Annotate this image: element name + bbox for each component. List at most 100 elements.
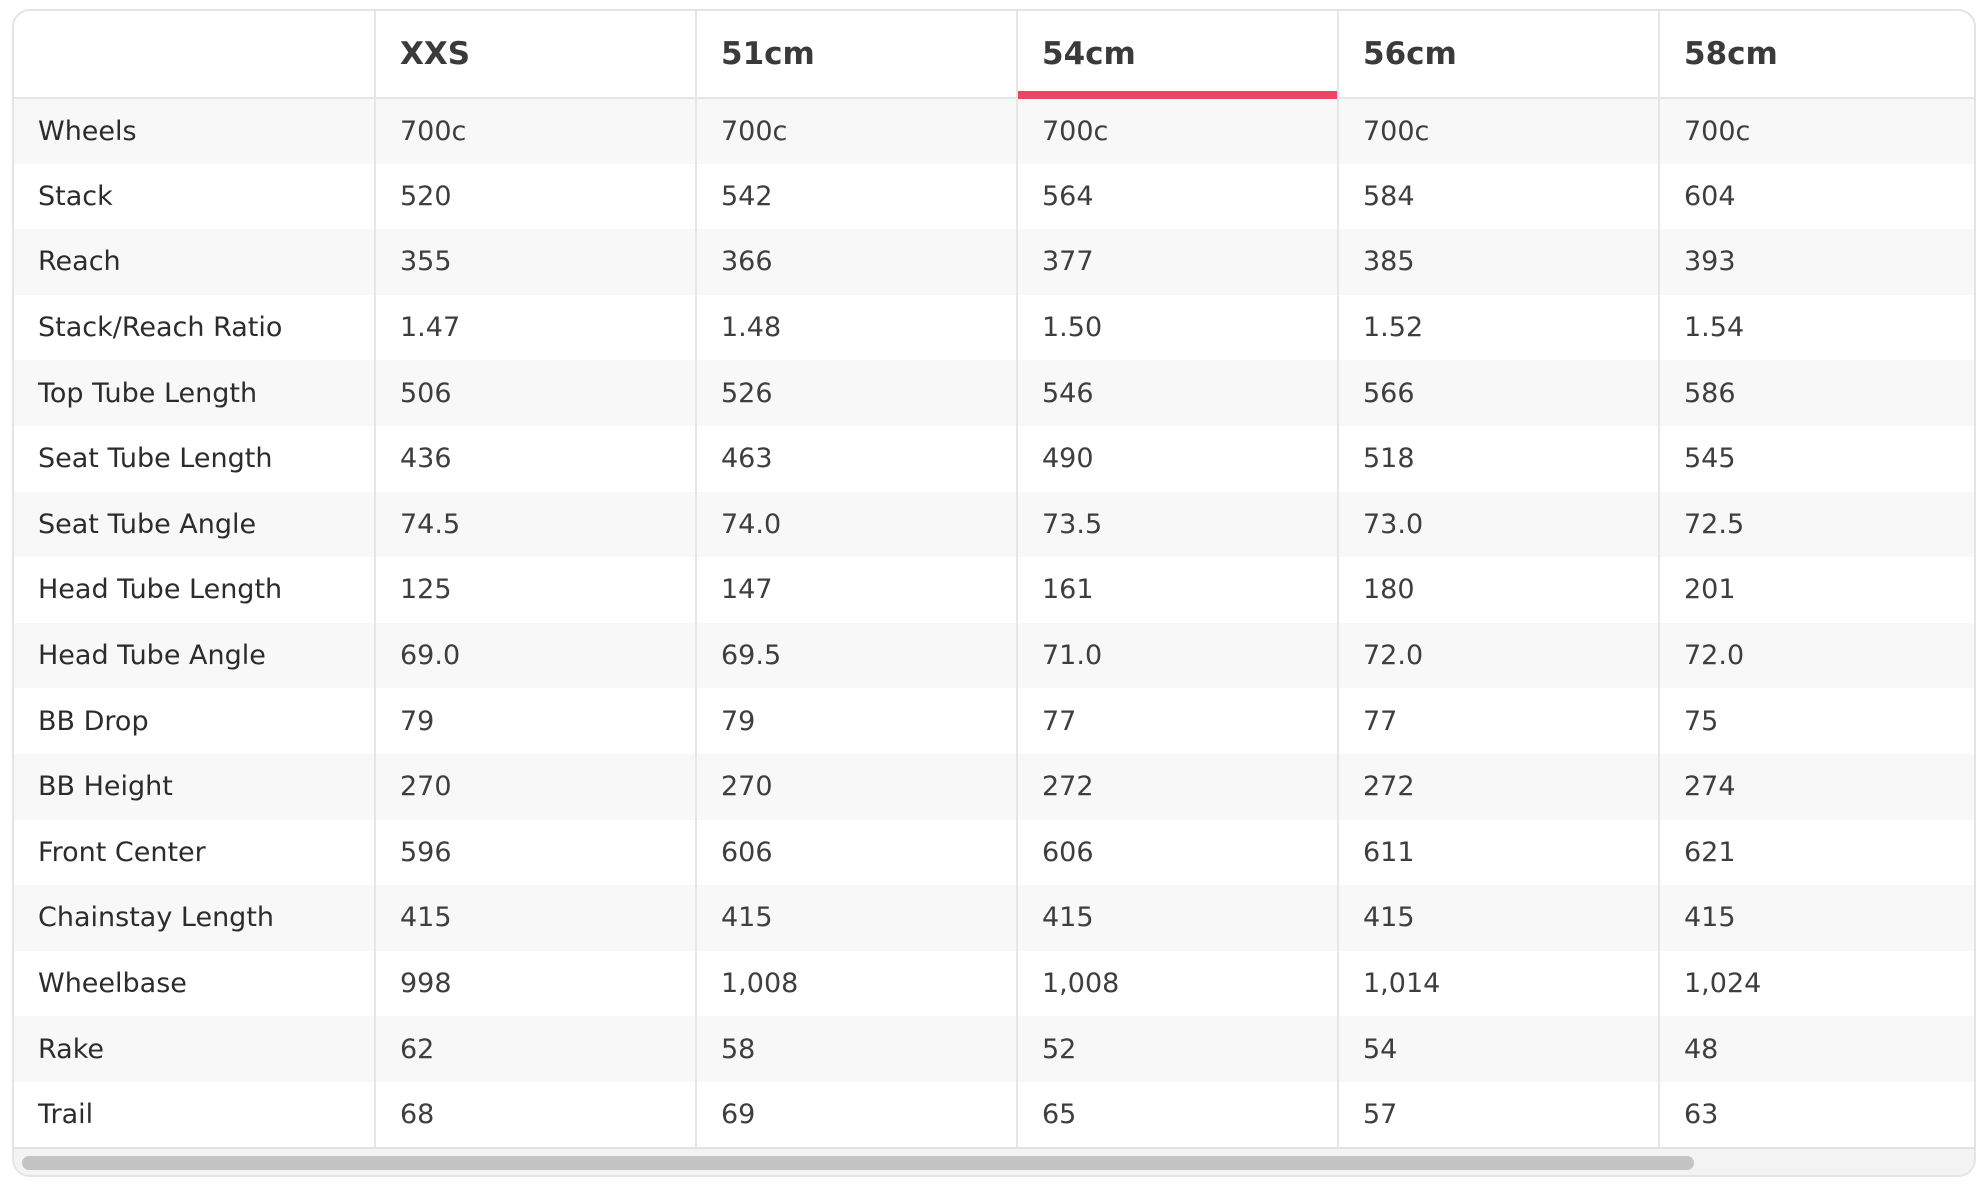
table-cell: 69.5 [695, 622, 1017, 689]
row-label: Trail [14, 1081, 375, 1148]
table-header: XXS 51cm 54cm 56cm 58cm [14, 11, 1974, 99]
column-header-51cm[interactable]: 51cm [695, 11, 1017, 99]
row-label: Seat Tube Angle [14, 491, 375, 558]
table-cell: 73.0 [1337, 491, 1659, 558]
table-cell: 700c [1016, 98, 1338, 164]
table-row: Front Center 596 606 606 611 621 [14, 819, 1974, 886]
table-cell: 79 [695, 688, 1017, 754]
column-header-54cm[interactable]: 54cm [1016, 11, 1338, 99]
table-cell: 54 [1337, 1016, 1659, 1082]
header-row: XXS 51cm 54cm 56cm 58cm [14, 11, 1974, 99]
table-cell: 69.0 [374, 622, 696, 689]
table-cell: 71.0 [1016, 622, 1338, 689]
table-row: Reach 355 366 377 385 393 [14, 229, 1974, 295]
table-cell: 700c [695, 98, 1017, 164]
row-label: Stack [14, 163, 375, 230]
column-header-56cm[interactable]: 56cm [1337, 11, 1659, 99]
table-cell: 272 [1337, 753, 1659, 820]
table-cell: 490 [1016, 425, 1338, 492]
table-cell: 75 [1658, 688, 1974, 754]
row-label: Front Center [14, 819, 375, 886]
table-cell: 180 [1337, 557, 1659, 623]
table-cell: 1.50 [1016, 294, 1338, 361]
table-cell: 68 [374, 1081, 696, 1148]
table-cell: 621 [1658, 819, 1974, 886]
table-cell: 77 [1016, 688, 1338, 754]
table-cell: 415 [1016, 885, 1338, 951]
row-label: Reach [14, 229, 375, 295]
table-row: BB Drop 79 79 77 77 75 [14, 688, 1974, 754]
table-cell: 1.54 [1658, 294, 1974, 361]
table-cell: 584 [1337, 163, 1659, 230]
table-cell: 385 [1337, 229, 1659, 295]
table-cell: 48 [1658, 1016, 1974, 1082]
table-cell: 700c [374, 98, 696, 164]
table-cell: 77 [1337, 688, 1659, 754]
table-cell: 506 [374, 360, 696, 426]
table-cell: 72.0 [1337, 622, 1659, 689]
table-cell: 69 [695, 1081, 1017, 1148]
table-cell: 1,014 [1337, 950, 1659, 1017]
table-cell: 566 [1337, 360, 1659, 426]
table-cell: 415 [695, 885, 1017, 951]
table-row: Wheels 700c 700c 700c 700c 700c [14, 98, 1974, 164]
table-cell: 520 [374, 163, 696, 230]
table-cell: 63 [1658, 1081, 1974, 1148]
geometry-table-container: XXS 51cm 54cm 56cm 58cm Wheels 700c 700c 700c 70… [12, 9, 1976, 1177]
horizontal-scrollbar[interactable] [14, 1147, 1974, 1175]
table-cell: 463 [695, 425, 1017, 492]
column-header-58cm[interactable]: 58cm [1658, 11, 1974, 99]
table-cell: 147 [695, 557, 1017, 623]
row-label: Wheels [14, 98, 375, 164]
table-cell: 1,008 [1016, 950, 1338, 1017]
table-cell: 700c [1658, 98, 1974, 164]
row-label: Stack/Reach Ratio [14, 294, 375, 361]
table-cell: 1,008 [695, 950, 1017, 1017]
row-label: BB Height [14, 753, 375, 820]
table-cell: 73.5 [1016, 491, 1338, 558]
table-row: Wheelbase 998 1,008 1,008 1,014 1,024 [14, 950, 1974, 1017]
table-row: Stack/Reach Ratio 1.47 1.48 1.50 1.52 1.54 [14, 294, 1974, 361]
table-cell: 52 [1016, 1016, 1338, 1082]
row-label: Head Tube Length [14, 557, 375, 623]
table-cell: 65 [1016, 1081, 1338, 1148]
table-cell: 1.52 [1337, 294, 1659, 361]
table-cell: 57 [1337, 1081, 1659, 1148]
table-row: Chainstay Length 415 415 415 415 415 [14, 885, 1974, 951]
table-cell: 564 [1016, 163, 1338, 230]
table-cell: 58 [695, 1016, 1017, 1082]
table-cell: 415 [1337, 885, 1659, 951]
table-cell: 700c [1337, 98, 1659, 164]
table-cell: 270 [695, 753, 1017, 820]
row-label: Top Tube Length [14, 360, 375, 426]
table-cell: 546 [1016, 360, 1338, 426]
table-cell: 415 [1658, 885, 1974, 951]
column-header-xxs[interactable]: XXS [374, 11, 696, 99]
table-cell: 596 [374, 819, 696, 886]
table-cell: 606 [695, 819, 1017, 886]
table-row: Trail 68 69 65 57 63 [14, 1081, 1974, 1148]
table-cell: 201 [1658, 557, 1974, 623]
table-cell: 72.5 [1658, 491, 1974, 558]
table-cell: 393 [1658, 229, 1974, 295]
table-cell: 366 [695, 229, 1017, 295]
table-cell: 526 [695, 360, 1017, 426]
table-row: Top Tube Length 506 526 546 566 586 [14, 360, 1974, 426]
table-cell: 518 [1337, 425, 1659, 492]
table-cell: 62 [374, 1016, 696, 1082]
table-row: Seat Tube Angle 74.5 74.0 73.5 73.0 72.5 [14, 491, 1974, 558]
table-cell: 606 [1016, 819, 1338, 886]
scrollbar-thumb[interactable] [22, 1156, 1694, 1170]
table-cell: 1.47 [374, 294, 696, 361]
table-cell: 355 [374, 229, 696, 295]
table-cell: 79 [374, 688, 696, 754]
table-cell: 542 [695, 163, 1017, 230]
table-row: Head Tube Angle 69.0 69.5 71.0 72.0 72.0 [14, 622, 1974, 689]
table-cell: 161 [1016, 557, 1338, 623]
corner-cell [14, 11, 375, 99]
table-cell: 586 [1658, 360, 1974, 426]
row-label: BB Drop [14, 688, 375, 754]
table-cell: 998 [374, 950, 696, 1017]
table-cell: 604 [1658, 163, 1974, 230]
table-cell: 274 [1658, 753, 1974, 820]
